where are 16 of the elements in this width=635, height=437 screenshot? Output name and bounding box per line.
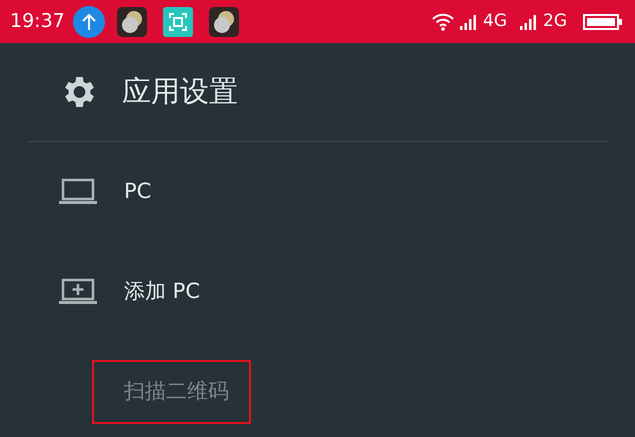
app-icon: [116, 6, 147, 36]
add-computer-icon: [58, 278, 98, 306]
network-type: 2G: [543, 10, 567, 33]
signal-icon: [519, 14, 539, 30]
laptop-icon: [58, 178, 98, 206]
menu-item[interactable]: 添加 PC: [124, 276, 200, 308]
wifi-icon: [431, 12, 455, 30]
upload-icon: [72, 6, 105, 38]
scan-icon: [162, 6, 193, 36]
clock-time: 19:37: [10, 9, 65, 34]
battery-icon: [583, 12, 623, 30]
menu-item[interactable]: PC: [124, 176, 152, 208]
signal-icon: [459, 14, 479, 30]
network-type: 4G: [483, 10, 507, 33]
app-icon: [208, 6, 239, 36]
section-title: 应用设置: [122, 73, 238, 110]
